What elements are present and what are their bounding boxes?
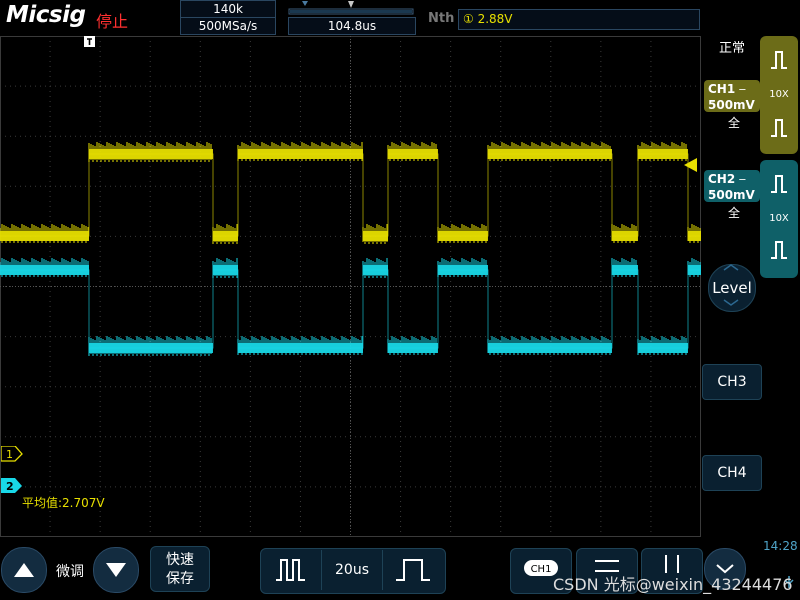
trigger-time-marker[interactable]	[84, 36, 96, 48]
brand-logo: Micsig	[6, 2, 86, 28]
ch1-marker-label: 1	[6, 448, 13, 461]
ch2-probe-panel[interactable]: 10X	[760, 160, 798, 278]
ch2-label: CH2	[708, 172, 736, 186]
ch1-offset-marker[interactable]: 1	[1, 446, 23, 462]
ch2-scale-tag[interactable]: CH2 ─ 500mV	[704, 170, 760, 202]
ch2-probe-ratio: 10X	[769, 213, 789, 224]
timebase-increase-button[interactable]	[384, 550, 442, 590]
pulse-icon	[771, 175, 787, 193]
arrow-down-icon	[106, 563, 126, 577]
memory-position-indicator	[288, 1, 414, 15]
chevron-down-icon	[723, 299, 739, 306]
trigger-type[interactable]: Nth	[428, 11, 454, 26]
ch1-badge-label: CH1	[531, 564, 552, 575]
system-time: 14:28	[763, 539, 798, 553]
wide-pulse-icon	[396, 559, 430, 581]
quick-save-button[interactable]: 快速 保存	[150, 546, 210, 592]
ch2-bandwidth: 全	[728, 206, 741, 220]
fine-up-button[interactable]	[1, 547, 47, 593]
ch2-scale: 500mV	[708, 188, 755, 202]
ch4-button[interactable]: CH4	[702, 455, 762, 491]
ch1-scale-tag[interactable]: CH1 ─ 500mV	[704, 80, 760, 112]
timebase-decrease-button[interactable]	[262, 550, 320, 590]
trigger-position[interactable]: 104.8us	[288, 17, 416, 35]
ch3-button[interactable]: CH3	[702, 364, 762, 400]
pulse-icon	[771, 241, 787, 259]
ch2-marker-label: 2	[6, 480, 14, 493]
falling-edge-icon	[771, 119, 787, 137]
level-label: Level	[712, 279, 752, 297]
pulse-icon	[771, 51, 787, 69]
arrow-up-icon	[14, 563, 34, 577]
ch1-label: CH1	[708, 82, 736, 96]
ch1-probe-ratio: 10X	[769, 89, 789, 100]
chevron-up-icon	[723, 264, 739, 271]
ch1-bandwidth: 全	[728, 116, 741, 130]
ch2-offset-marker[interactable]: 2	[1, 478, 23, 494]
ch1-scale: 500mV	[708, 98, 755, 112]
dc-coupling-icon: ─	[739, 175, 746, 186]
memory-position-bar[interactable]	[288, 0, 414, 16]
trigger-mode[interactable]: 正常	[719, 37, 745, 56]
trigger-level-marker[interactable]	[684, 158, 698, 172]
timebase-value: 20us	[321, 550, 383, 590]
memory-depth[interactable]: 140k	[180, 0, 276, 18]
waveform-display[interactable]	[0, 36, 701, 537]
watermark: CSDN 光标@weixin_43244476	[553, 575, 793, 594]
quick-save-line2: 保存	[166, 571, 194, 587]
dc-coupling-icon: ─	[739, 85, 746, 96]
average-measurement: 平均值:2.707V	[22, 496, 105, 510]
run-status[interactable]: 停止	[96, 8, 128, 32]
quick-save-line1: 快速	[166, 552, 194, 568]
fine-down-button[interactable]	[93, 547, 139, 593]
narrow-pulse-icon	[276, 559, 305, 581]
ch1-probe-panel[interactable]: 10X	[760, 36, 798, 154]
trigger-level[interactable]: ① 2.88V	[458, 9, 700, 30]
fine-adjust-label: 微调	[56, 564, 84, 580]
sample-rate[interactable]: 500MSa/s	[180, 17, 276, 35]
